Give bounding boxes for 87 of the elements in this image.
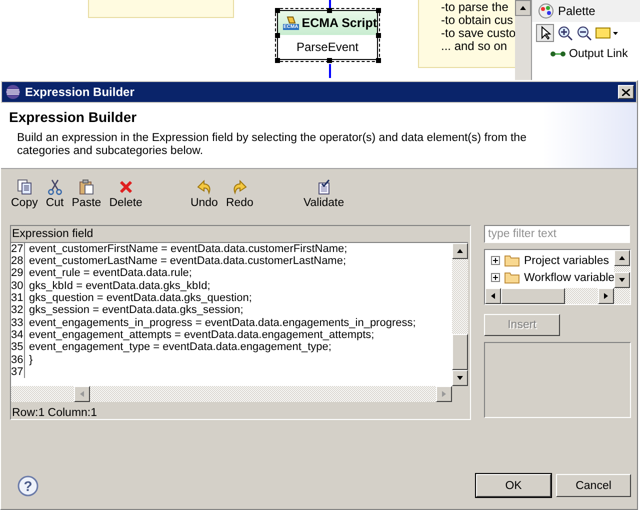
up-arrow-icon xyxy=(618,254,626,262)
folder-icon xyxy=(504,271,520,284)
zoom-out-icon[interactable] xyxy=(576,25,592,41)
cut-button[interactable]: Cut xyxy=(42,179,68,213)
cross-icon xyxy=(118,179,134,195)
palette-title: Palette xyxy=(558,4,596,18)
note-text: ... and so on xyxy=(441,40,508,53)
tree-item[interactable]: Workflow variable xyxy=(524,272,615,284)
validate-button[interactable]: Validate xyxy=(299,179,348,213)
horizontal-scrollbar[interactable] xyxy=(485,288,630,304)
copy-icon xyxy=(16,179,32,195)
pointer-icon[interactable] xyxy=(536,24,554,42)
code-line: event_rule = eventData.data.rule; xyxy=(28,267,192,280)
note-text: -to obtain cus xyxy=(441,14,514,27)
paste-button[interactable]: Paste xyxy=(68,179,106,213)
right-arrow-icon xyxy=(602,292,610,300)
code-line: gks_session = eventData.data.gks_session; xyxy=(28,304,244,317)
tree-item[interactable]: Project variables xyxy=(524,254,610,266)
expand-toggle-icon[interactable] xyxy=(491,256,500,265)
line-number: 32 xyxy=(11,304,25,317)
line-number: 36 xyxy=(11,354,25,366)
scroll-right-button[interactable] xyxy=(436,386,452,402)
down-arrow-icon xyxy=(456,374,464,382)
dialog-button[interactable]: Cancel xyxy=(556,474,631,497)
code-line: gks_kbId = eventData.data.gks_kbId; xyxy=(28,280,210,292)
undo-button[interactable]: Undo xyxy=(186,179,222,213)
code-line: event_engagement_type = eventData.data.engagement_type; xyxy=(28,341,332,354)
expression-label: Expression field xyxy=(11,227,94,242)
close-button[interactable] xyxy=(618,85,634,99)
zoom-in-icon[interactable] xyxy=(557,25,573,41)
palette-item[interactable]: Output Link xyxy=(569,48,628,60)
copy-button[interactable]: Copy xyxy=(7,179,42,213)
checklist-icon xyxy=(316,179,332,195)
node-title: ECMA Script xyxy=(302,16,377,30)
code-line: event_customerLastName = eventData.data.customerLastName; xyxy=(28,255,346,268)
up-arrow-icon xyxy=(519,4,527,12)
scrollbar[interactable] xyxy=(515,0,531,80)
right-arrow-icon xyxy=(440,390,448,398)
dialog-description: Build an expression in the Expression field by selecting the operator(s) and data element(s) from the categories and subcategories below. xyxy=(16,132,528,158)
script-icon xyxy=(286,16,296,24)
note-dropdown-icon[interactable] xyxy=(595,26,619,40)
line-number: 31 xyxy=(11,292,25,304)
line-number: 27 xyxy=(11,242,25,256)
window-title: Expression Builder xyxy=(25,85,136,99)
up-arrow-icon xyxy=(456,246,464,255)
filter-field[interactable]: type filter text xyxy=(484,225,630,243)
link-icon xyxy=(550,50,566,58)
scroll-thumb[interactable] xyxy=(452,334,468,370)
redo-button[interactable]: Redo xyxy=(222,179,258,213)
scroll-down-button[interactable] xyxy=(452,370,468,386)
dialog-heading: Expression Builder xyxy=(9,109,138,125)
code-line: event_engagements_in_progress = eventData.data.engagements_in_progress; xyxy=(28,316,416,329)
note-text: -to save custo xyxy=(441,27,517,40)
undo-arrow-icon xyxy=(196,179,212,195)
close-icon xyxy=(622,88,630,96)
palette-icon xyxy=(538,3,554,19)
line-number: 34 xyxy=(11,328,25,342)
app-icon xyxy=(5,84,21,100)
redo-arrow-icon xyxy=(232,179,248,195)
delete-button[interactable]: Delete xyxy=(105,179,146,213)
code-line: } xyxy=(28,354,33,366)
line-number: 33 xyxy=(11,316,25,329)
help-icon[interactable]: ? xyxy=(17,474,39,496)
horizontal-scrollbar[interactable] xyxy=(11,386,452,402)
line-number: 29 xyxy=(11,267,25,280)
vertical-scrollbar[interactable] xyxy=(452,242,468,386)
scroll-left-button[interactable] xyxy=(74,386,90,402)
line-number: 35 xyxy=(11,341,25,354)
dialog-button[interactable]: OK xyxy=(476,474,551,497)
scissors-icon xyxy=(46,179,63,195)
cursor-position: Row:1 Column:1 xyxy=(11,406,98,419)
folder-icon xyxy=(504,254,520,267)
expand-toggle-icon[interactable] xyxy=(491,273,500,282)
left-arrow-icon xyxy=(78,390,86,398)
node-name: ParseEvent xyxy=(295,39,360,54)
clipboard-icon xyxy=(78,179,94,195)
code-line: event_customerFirstName = eventData.data.customerFirstName; xyxy=(28,242,348,256)
down-arrow-icon xyxy=(618,276,626,284)
note-text: -to parse the xyxy=(441,1,510,14)
code-line: event_engagement_attempts = eventData.data.engagement_attempts; xyxy=(28,328,374,342)
vertical-scrollbar[interactable] xyxy=(614,250,630,288)
line-number: 28 xyxy=(11,255,25,268)
scroll-up-button[interactable] xyxy=(515,0,531,16)
left-arrow-icon xyxy=(489,292,497,300)
line-number: 37 xyxy=(11,366,25,378)
code-line: gks_question = eventData.data.gks_question; xyxy=(28,292,252,304)
line-number: 30 xyxy=(11,280,25,292)
